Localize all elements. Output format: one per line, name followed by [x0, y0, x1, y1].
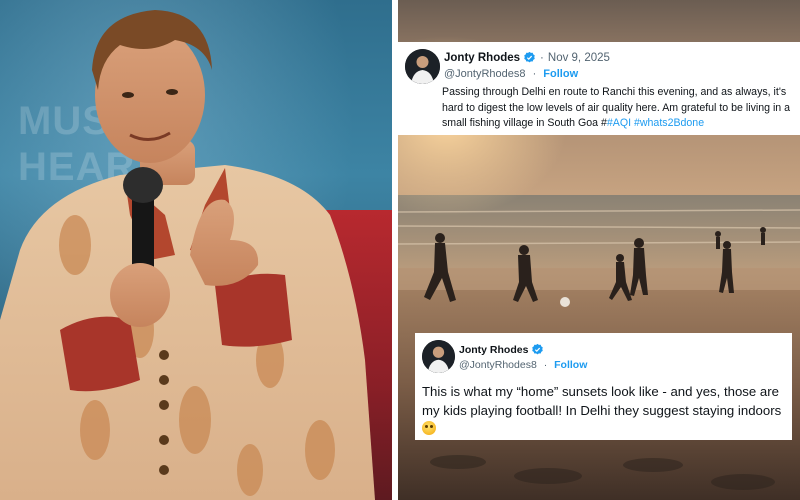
- author-row: Jonty Rhodes: [459, 343, 544, 356]
- follow-button[interactable]: Follow: [543, 68, 578, 80]
- tweet-text: Passing through Delhi en route to Ranchi…: [442, 85, 794, 132]
- verified-badge-icon: [524, 51, 535, 63]
- author-handle[interactable]: @JontyRhodes8: [459, 359, 537, 371]
- separator-dot: ·: [540, 51, 544, 64]
- hashtag-whats2bdone[interactable]: #whats2Bdone: [634, 117, 704, 129]
- speaker-photo: MUS HEAR: [0, 0, 392, 500]
- tweet-card-1[interactable]: Jonty Rhodes · Nov 9, 2025 @JontyRhodes8…: [398, 42, 800, 135]
- verified-badge-icon: [532, 343, 544, 355]
- follow-button[interactable]: Follow: [554, 359, 587, 371]
- speaker-illustration: [0, 10, 375, 500]
- tweet-date[interactable]: Nov 9, 2025: [548, 52, 610, 64]
- flushed-face-icon: [422, 421, 436, 435]
- tweet-card-2[interactable]: Jonty Rhodes @JontyRhodes8 · Follow This…: [415, 333, 792, 440]
- tweet-text-body: This is what my “home” sunsets look like…: [422, 384, 782, 418]
- avatar[interactable]: [422, 340, 455, 373]
- author-handle[interactable]: @JontyRhodes8: [444, 68, 526, 80]
- handle-row: @JontyRhodes8 · Follow: [459, 359, 587, 371]
- separator-dot: ·: [532, 68, 537, 80]
- author-row: Jonty Rhodes · Nov 9, 2025: [444, 51, 610, 64]
- profile-picture-icon: [422, 340, 455, 373]
- author-name[interactable]: Jonty Rhodes: [459, 344, 528, 356]
- tweet-text: This is what my “home” sunsets look like…: [422, 383, 790, 439]
- hashtag-aqi[interactable]: #AQI: [607, 117, 631, 129]
- author-name[interactable]: Jonty Rhodes: [444, 52, 520, 64]
- avatar[interactable]: [405, 49, 440, 84]
- handle-row: @JontyRhodes8 · Follow: [444, 68, 578, 80]
- profile-picture-icon: [405, 49, 440, 84]
- separator-dot: ·: [543, 359, 548, 371]
